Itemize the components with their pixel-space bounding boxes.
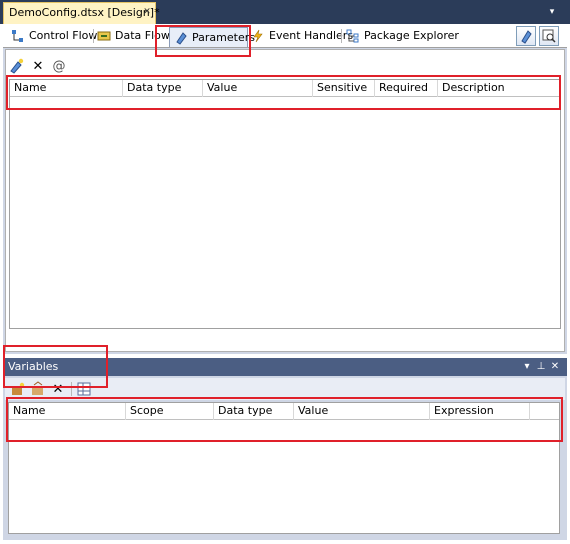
column-header-expression[interactable]: Expression <box>430 403 530 420</box>
grid-options-icon[interactable] <box>76 381 92 397</box>
column-header-scope[interactable]: Scope <box>126 403 214 420</box>
add-parameter-icon[interactable] <box>9 58 25 74</box>
variables-toolbar: ✕ <box>5 378 565 400</box>
move-variable-icon[interactable] <box>30 381 46 397</box>
column-header-data-type[interactable]: Data type <box>123 80 203 97</box>
close-icon[interactable]: ✕ <box>142 7 152 17</box>
tab-parameters[interactable]: Parameters <box>169 27 255 47</box>
data-flow-icon <box>97 29 111 43</box>
parameters-icon <box>174 31 188 45</box>
column-header-value[interactable]: Value <box>294 403 430 420</box>
event-handlers-icon <box>251 29 265 43</box>
column-header-spacer <box>530 403 559 420</box>
add-to-configurations-icon[interactable]: @ <box>51 58 67 74</box>
column-header-required[interactable]: Required <box>375 80 438 97</box>
add-variable-icon[interactable] <box>10 381 26 397</box>
tab-label: Control Flow <box>29 29 98 42</box>
tab-control-flow[interactable]: Control Flow <box>11 26 97 46</box>
column-header-sensitive[interactable]: Sensitive <box>313 80 375 97</box>
zoom-button[interactable] <box>539 26 559 46</box>
pin-icon[interactable]: ⊥ <box>535 360 547 374</box>
parameters-grid[interactable]: Name Data type Value Sensitive Required … <box>9 79 561 329</box>
tab-event-handlers[interactable]: Event Handlers <box>251 26 353 46</box>
parameters-grid-header: Name Data type Value Sensitive Required … <box>10 80 560 97</box>
document-tab-title: DemoConfig.dtsx [Design]* <box>9 6 160 19</box>
tab-data-flow[interactable]: Data Flow <box>97 26 170 46</box>
package-explorer-icon <box>346 29 360 43</box>
column-header-data-type[interactable]: Data type <box>214 403 294 420</box>
control-flow-icon <box>11 29 25 43</box>
tab-label: Data Flow <box>115 29 170 42</box>
delete-variable-icon[interactable]: ✕ <box>50 381 66 397</box>
tab-label: Package Explorer <box>364 29 459 42</box>
delete-parameter-icon[interactable]: ✕ <box>30 58 46 74</box>
parameters-toolbar: ✕ @ <box>6 55 106 77</box>
column-header-value[interactable]: Value <box>203 80 313 97</box>
chevron-down-icon[interactable]: ▾ <box>546 6 558 18</box>
column-header-name[interactable]: Name <box>9 403 126 420</box>
variables-grid[interactable]: Name Scope Data type Value Expression <box>8 402 560 534</box>
chevron-down-icon[interactable]: ▾ <box>521 360 533 374</box>
tab-label: Parameters <box>192 30 255 44</box>
parameters-window-button[interactable] <box>516 26 536 46</box>
pane-title: Variables <box>8 360 59 373</box>
tab-package-explorer[interactable]: Package Explorer <box>346 26 459 46</box>
column-header-name[interactable]: Name <box>10 80 123 97</box>
designer-tab-bar: Control Flow Data Flow Parameters Event … <box>3 24 567 48</box>
close-icon[interactable]: ✕ <box>549 360 561 374</box>
variables-grid-header: Name Scope Data type Value Expression <box>9 403 559 420</box>
variables-pane-header <box>3 358 567 376</box>
column-header-description[interactable]: Description <box>438 80 560 97</box>
document-tab[interactable]: DemoConfig.dtsx [Design]* <box>3 2 160 24</box>
